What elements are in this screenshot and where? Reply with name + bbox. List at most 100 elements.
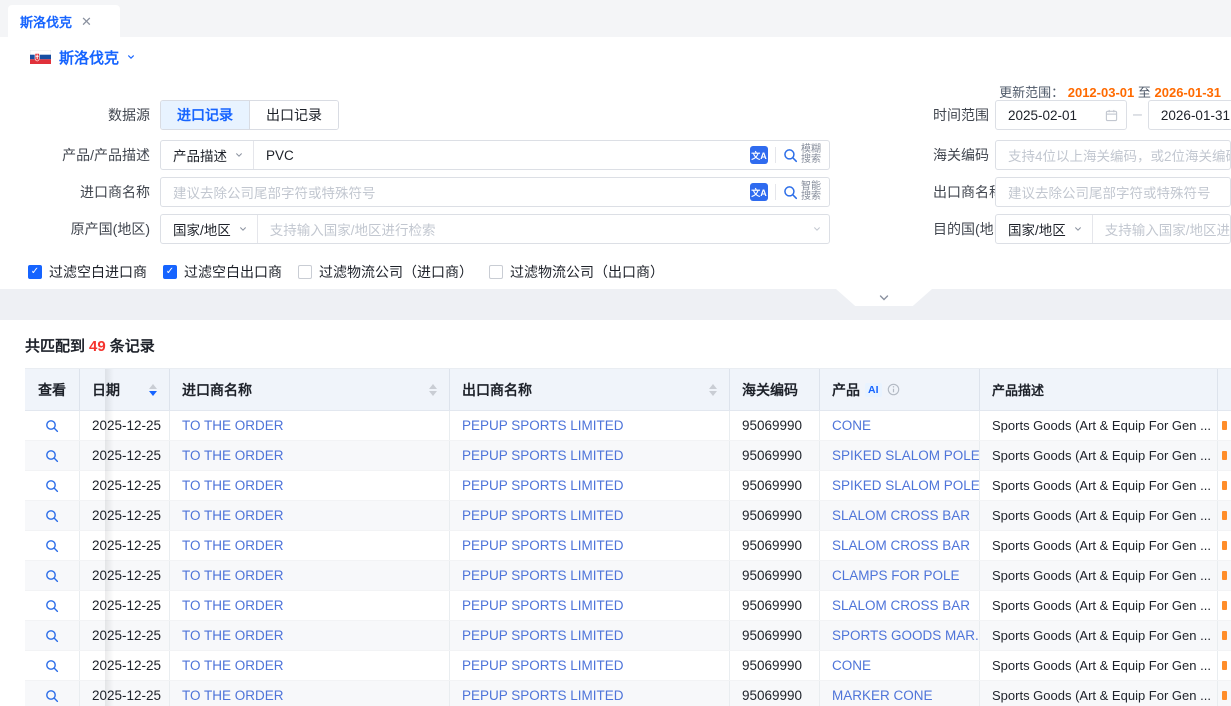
- checkbox-3[interactable]: ✓过滤物流公司（出口商）: [489, 262, 664, 282]
- checked-checkbox-icon[interactable]: ✓: [28, 265, 42, 279]
- unchecked-checkbox-icon[interactable]: ✓: [298, 265, 312, 279]
- view-detail-button[interactable]: [45, 419, 59, 433]
- exporter-link[interactable]: PEPUP SPORTS LIMITED: [462, 508, 624, 523]
- fuzzy-search-button[interactable]: 模糊搜索: [783, 145, 821, 166]
- product-link[interactable]: SPIKED SLALOM POLE: [832, 448, 980, 463]
- close-icon[interactable]: ✕: [81, 15, 92, 28]
- tab-slovakia[interactable]: 斯洛伐克 ✕: [8, 5, 120, 37]
- exporter-input[interactable]: 建议去除公司尾部字符或特殊符号: [996, 182, 1211, 202]
- view-detail-button[interactable]: [45, 509, 59, 523]
- smart-search-button[interactable]: 智能搜索: [783, 182, 821, 203]
- checked-checkbox-icon[interactable]: ✓: [163, 265, 177, 279]
- translate-icon[interactable]: 文A: [750, 183, 768, 201]
- importer-link[interactable]: TO THE ORDER: [182, 418, 284, 433]
- product-cell: CLAMPS FOR POLE: [820, 561, 980, 590]
- origin-country-select[interactable]: 国家/地区: [161, 215, 258, 243]
- origin-country-select-value: 国家/地区: [173, 219, 231, 239]
- exporter-link[interactable]: PEPUP SPORTS LIMITED: [462, 688, 624, 703]
- collapse-band: [0, 289, 1231, 320]
- product-search-input[interactable]: PVC: [254, 148, 294, 163]
- importer-link[interactable]: TO THE ORDER: [182, 538, 284, 553]
- checkbox-label: 过滤物流公司（进口商）: [319, 262, 473, 282]
- importer-link[interactable]: TO THE ORDER: [182, 658, 284, 673]
- exporter-link[interactable]: PEPUP SPORTS LIMITED: [462, 568, 624, 583]
- exporter-link[interactable]: PEPUP SPORTS LIMITED: [462, 598, 624, 613]
- col-header-date[interactable]: 日期: [80, 369, 170, 410]
- table-row: 2025-12-25TO THE ORDERPEPUP SPORTS LIMIT…: [25, 411, 1231, 441]
- col-header-exporter-label: 出口商名称: [462, 380, 532, 400]
- date-cell: 2025-12-25: [80, 561, 170, 590]
- checkbox-0[interactable]: ✓过滤空白进口商: [28, 262, 147, 282]
- magnifier-icon: [45, 419, 59, 433]
- description-cell: Sports Goods (Art & Equip For Gen ...: [980, 591, 1218, 620]
- checkbox-1[interactable]: ✓过滤空白出口商: [163, 262, 282, 282]
- importer-link[interactable]: TO THE ORDER: [182, 628, 284, 643]
- product-link[interactable]: SPORTS GOODS MAR...: [832, 628, 980, 643]
- col-header-importer-label: 进口商名称: [182, 380, 252, 400]
- importer-link[interactable]: TO THE ORDER: [182, 508, 284, 523]
- product-link[interactable]: MARKER CONE: [832, 688, 933, 703]
- exporter-link[interactable]: PEPUP SPORTS LIMITED: [462, 478, 624, 493]
- importer-cell: TO THE ORDER: [170, 411, 450, 440]
- importer-cell: TO THE ORDER: [170, 441, 450, 470]
- product-link[interactable]: SLALOM CROSS BAR: [832, 538, 970, 553]
- sort-control-date[interactable]: [149, 384, 157, 396]
- sort-control-exporter[interactable]: [709, 384, 717, 396]
- view-detail-button[interactable]: [45, 689, 59, 703]
- exporter-link[interactable]: PEPUP SPORTS LIMITED: [462, 538, 624, 553]
- exporter-link[interactable]: PEPUP SPORTS LIMITED: [462, 658, 624, 673]
- date-start-input[interactable]: 2025-02-01: [995, 100, 1127, 130]
- col-header-exporter[interactable]: 出口商名称: [450, 369, 730, 410]
- description-cell: Sports Goods (Art & Equip For Gen ...: [980, 501, 1218, 530]
- importer-input[interactable]: 建议去除公司尾部字符或特殊符号: [161, 182, 376, 202]
- exporter-link[interactable]: PEPUP SPORTS LIMITED: [462, 628, 624, 643]
- importer-link[interactable]: TO THE ORDER: [182, 688, 284, 703]
- dest-country-select-value: 国家/地区: [1008, 219, 1066, 239]
- tab-import-records[interactable]: 进口记录: [161, 101, 249, 129]
- country-selector[interactable]: 斯洛伐克: [30, 46, 135, 68]
- tab-export-records[interactable]: 出口记录: [249, 101, 338, 129]
- clipped-content-fragment: [1222, 421, 1227, 430]
- importer-link[interactable]: TO THE ORDER: [182, 478, 284, 493]
- product-link[interactable]: CLAMPS FOR POLE: [832, 568, 960, 583]
- product-link[interactable]: SLALOM CROSS BAR: [832, 508, 970, 523]
- results-count: 49: [89, 338, 106, 355]
- exporter-link[interactable]: PEPUP SPORTS LIMITED: [462, 418, 624, 433]
- dest-country-select[interactable]: 国家/地区: [996, 215, 1093, 243]
- product-link[interactable]: CONE: [832, 658, 871, 673]
- importer-link[interactable]: TO THE ORDER: [182, 598, 284, 613]
- view-detail-button[interactable]: [45, 569, 59, 583]
- col-header-importer[interactable]: 进口商名称: [170, 369, 450, 410]
- info-icon[interactable]: [887, 383, 900, 396]
- view-detail-button[interactable]: [45, 479, 59, 493]
- date-end-input[interactable]: 2026-01-31: [1148, 100, 1231, 130]
- checkbox-2[interactable]: ✓ 过滤物流公司（进口商）: [298, 262, 473, 282]
- exporter-link[interactable]: PEPUP SPORTS LIMITED: [462, 448, 624, 463]
- collapse-panel-button[interactable]: [836, 289, 932, 306]
- date-cell: 2025-12-25: [80, 621, 170, 650]
- product-link[interactable]: SPIKED SLALOM POLE: [832, 478, 980, 493]
- translate-icon[interactable]: 文A: [750, 146, 768, 164]
- clipped-next-column-cell: [1218, 681, 1231, 706]
- view-detail-button[interactable]: [45, 629, 59, 643]
- col-header-product: 产品 AI: [820, 369, 980, 410]
- exporter-cell: PEPUP SPORTS LIMITED: [450, 621, 730, 650]
- product-cell: SLALOM CROSS BAR: [820, 591, 980, 620]
- table-row: 2025-12-25TO THE ORDERPEPUP SPORTS LIMIT…: [25, 531, 1231, 561]
- exporter-cell: PEPUP SPORTS LIMITED: [450, 591, 730, 620]
- hs-code-input[interactable]: 支持4位以上海关编码，或2位海关编码加上产品: [996, 145, 1230, 165]
- view-detail-button[interactable]: [45, 659, 59, 673]
- dest-country-input[interactable]: 支持输入国家/地区进行检索: [1093, 219, 1230, 239]
- product-link[interactable]: SLALOM CROSS BAR: [832, 598, 970, 613]
- view-detail-button[interactable]: [45, 539, 59, 553]
- product-link[interactable]: CONE: [832, 418, 871, 433]
- clipped-content-fragment: [1222, 511, 1227, 520]
- importer-link[interactable]: TO THE ORDER: [182, 568, 284, 583]
- sort-control-importer[interactable]: [429, 384, 437, 396]
- view-detail-button[interactable]: [45, 599, 59, 613]
- view-detail-button[interactable]: [45, 449, 59, 463]
- product-field-select[interactable]: 产品描述: [161, 141, 254, 169]
- unchecked-checkbox-icon[interactable]: ✓: [489, 265, 503, 279]
- origin-country-input[interactable]: 支持输入国家/地区进行检索: [258, 219, 436, 239]
- importer-link[interactable]: TO THE ORDER: [182, 448, 284, 463]
